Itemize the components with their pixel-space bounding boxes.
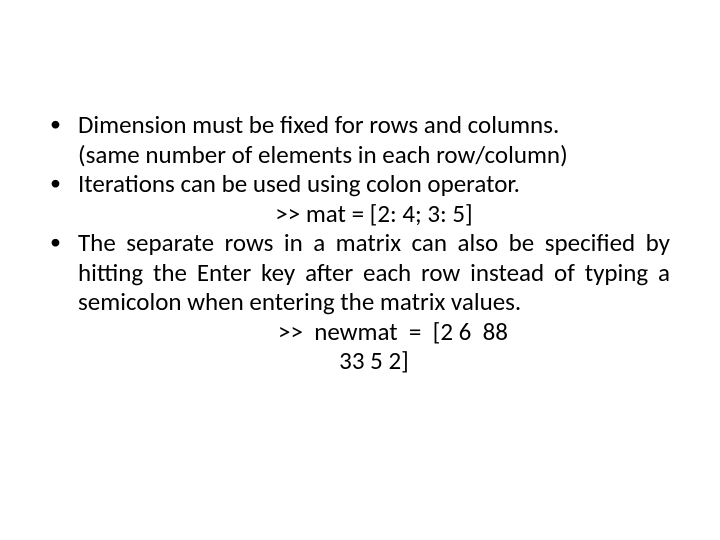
slide-body: Dimension must be fixed for rows and col… [0, 0, 720, 540]
bullet-3: The separate rows in a matrix can also b… [50, 228, 670, 376]
bullet-3-code1: >> newmat = [2 6 88 [78, 317, 670, 347]
bullet-2-line1: Iterations can be used using colon opera… [78, 168, 520, 199]
bullet-1-line2: (same number of elements in each row/col… [78, 140, 670, 170]
bullet-2: Iterations can be used using colon opera… [50, 169, 670, 228]
bullet-2-code: >> mat = [2: 4; 3: 5] [78, 199, 670, 229]
bullet-list: Dimension must be fixed for rows and col… [50, 110, 670, 376]
bullet-3-code2: 33 5 2] [78, 346, 670, 376]
bullet-1: Dimension must be fixed for rows and col… [50, 110, 670, 169]
bullet-3-text: The separate rows in a matrix can also b… [78, 227, 670, 317]
bullet-1-line1: Dimension must be fixed for rows and col… [78, 109, 559, 140]
